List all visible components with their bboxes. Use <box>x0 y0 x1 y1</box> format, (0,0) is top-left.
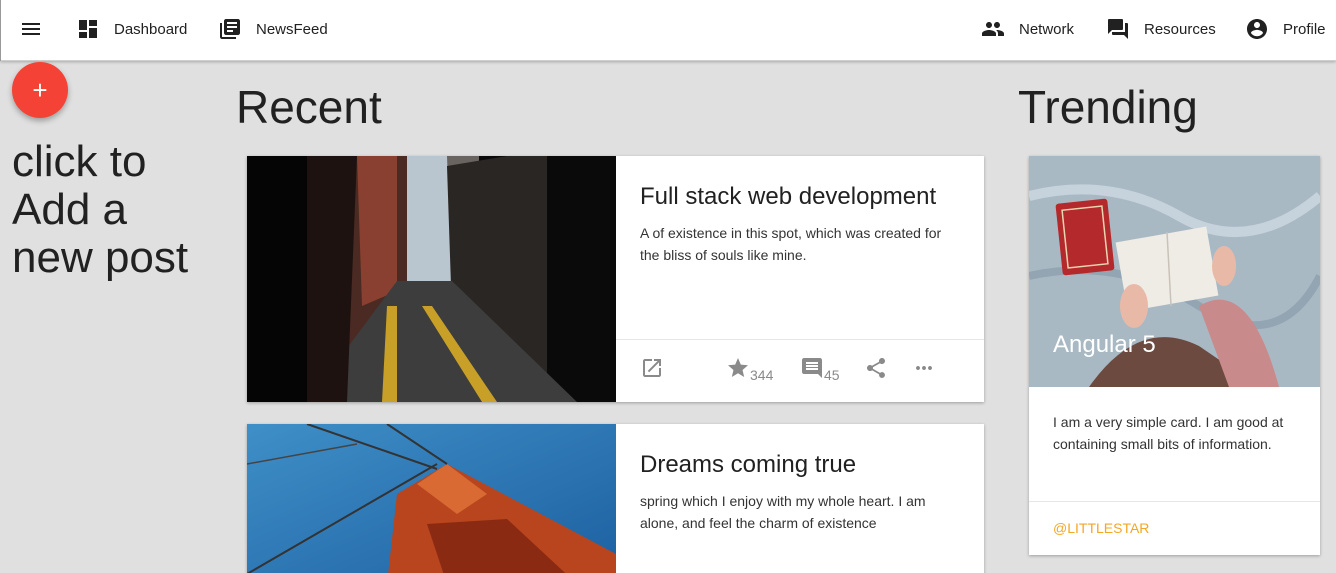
forum-icon <box>1108 19 1128 39</box>
post-title: Full stack web development <box>640 183 937 210</box>
comment-button[interactable]: 45 <box>800 356 840 383</box>
post-image-bridge <box>247 424 616 573</box>
open-post-button[interactable] <box>640 356 664 380</box>
star-button[interactable]: 344 <box>726 356 774 383</box>
post-image-alley <box>247 156 616 402</box>
comment-icon <box>802 358 822 378</box>
nav-profile-label: Profile <box>1283 20 1326 38</box>
star-count: 344 <box>750 367 774 383</box>
trending-author-link[interactable]: @LITTLESTAR <box>1053 520 1149 536</box>
post-actions: 344 45 <box>616 339 984 402</box>
trending-heading: Trending <box>1018 81 1198 133</box>
people-icon <box>982 22 1004 36</box>
nav-profile[interactable]: Profile <box>1245 0 1326 58</box>
nav-newsfeed[interactable]: NewsFeed <box>218 0 328 58</box>
more-horiz-icon <box>916 366 932 370</box>
trending-card: Angular 5 I am a very simple card. I am … <box>1029 156 1320 555</box>
dashboard-icon <box>79 20 97 38</box>
menu-icon <box>22 23 40 35</box>
star-icon <box>728 358 748 377</box>
nav-newsfeed-label: NewsFeed <box>256 20 328 38</box>
recent-heading: Recent <box>236 81 382 133</box>
nav-dashboard-label: Dashboard <box>114 20 188 38</box>
add-post-hint: click to Add a new post <box>12 137 189 282</box>
post-card: Full stack web development A of existenc… <box>247 156 984 402</box>
more-options-button[interactable] <box>912 356 936 380</box>
post-card: Dreams coming true spring which I enjoy … <box>247 424 984 573</box>
post-content: Full stack web development A of existenc… <box>640 182 960 266</box>
post-description: spring which I enjoy with my whole heart… <box>640 493 926 531</box>
menu-button[interactable] <box>19 0 43 58</box>
share-icon <box>867 358 885 378</box>
trending-title: Angular 5 <box>1053 331 1156 358</box>
nav-network-label: Network <box>1019 20 1075 38</box>
post-content: Dreams coming true spring which I enjoy … <box>640 450 960 534</box>
library-books-icon <box>220 19 240 39</box>
post-description: A of existence in this spot, which was c… <box>640 225 942 263</box>
nav-resources[interactable]: Resources <box>1106 0 1216 58</box>
nav-dashboard[interactable]: Dashboard <box>76 0 187 58</box>
post-title: Dreams coming true <box>640 451 857 478</box>
nav-network[interactable]: Network <box>981 0 1074 58</box>
nav-resources-label: Resources <box>1144 20 1216 38</box>
top-app-bar: Dashboard NewsFeed Network Resources Pro… <box>0 0 1336 61</box>
add-post-button[interactable]: + <box>12 62 68 118</box>
window-edge <box>0 0 1 61</box>
trending-description: I am a very simple card. I am good at co… <box>1053 414 1284 452</box>
comment-count: 45 <box>824 367 840 383</box>
account-circle-icon <box>1247 19 1267 39</box>
share-button[interactable] <box>864 356 888 380</box>
trending-footer: @LITTLESTAR <box>1029 501 1320 555</box>
open-in-new-icon <box>643 359 661 377</box>
